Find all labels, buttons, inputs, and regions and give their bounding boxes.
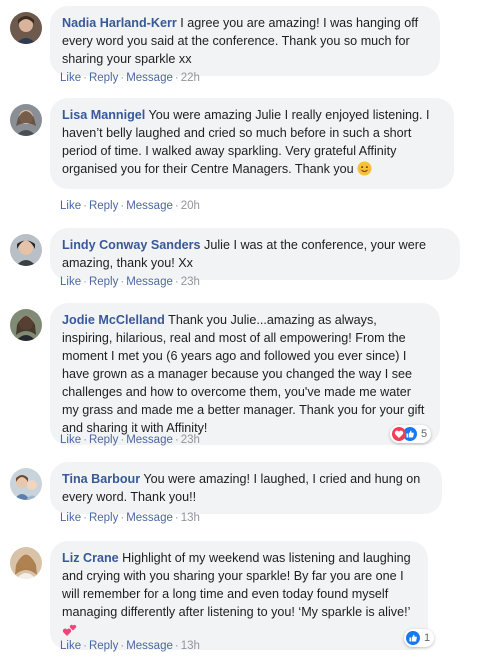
reaction-summary[interactable]: 5 bbox=[390, 425, 432, 443]
like-link[interactable]: Like bbox=[60, 640, 81, 652]
comment-timestamp[interactable]: 23h bbox=[181, 276, 200, 288]
avatar[interactable] bbox=[10, 104, 42, 136]
like-link[interactable]: Like bbox=[60, 276, 81, 288]
comment-timestamp[interactable]: 13h bbox=[181, 512, 200, 524]
comment-bubble: Liz Crane Highlight of my weekend was li… bbox=[50, 541, 428, 650]
comment-author[interactable]: Lisa Mannigel bbox=[62, 108, 145, 122]
comment-author[interactable]: Lindy Conway Sanders bbox=[62, 238, 201, 252]
comment-bubble: Nadia Harland-Kerr I agree you are amazi… bbox=[50, 6, 440, 76]
message-link[interactable]: Message bbox=[126, 512, 173, 524]
comment-timestamp[interactable]: 22h bbox=[181, 72, 200, 84]
comment-actions: Like · Reply · Message · 22h bbox=[60, 72, 200, 84]
reaction-summary[interactable]: 1 bbox=[404, 629, 435, 647]
reply-link[interactable]: Reply bbox=[89, 200, 118, 212]
comment-text: Thank you Julie...amazing as always, ins… bbox=[62, 313, 425, 435]
smiling-face-emoji bbox=[357, 161, 372, 181]
avatar[interactable] bbox=[10, 309, 42, 341]
reaction-count: 5 bbox=[421, 428, 428, 440]
message-link[interactable]: Message bbox=[126, 434, 173, 446]
reaction-count: 1 bbox=[424, 632, 431, 644]
like-reaction-icon bbox=[406, 631, 420, 645]
comment-bubble: Tina Barbour You were amazing! I laughed… bbox=[50, 462, 442, 514]
like-link[interactable]: Like bbox=[60, 512, 81, 524]
comment-author[interactable]: Tina Barbour bbox=[62, 472, 140, 486]
reply-link[interactable]: Reply bbox=[89, 512, 118, 524]
reply-link[interactable]: Reply bbox=[89, 276, 118, 288]
comment-timestamp[interactable]: 20h bbox=[181, 200, 200, 212]
avatar[interactable] bbox=[10, 12, 42, 44]
message-link[interactable]: Message bbox=[126, 276, 173, 288]
comment-actions: Like · Reply · Message · 23h bbox=[60, 434, 200, 446]
comment-actions: Like · Reply · Message · 13h bbox=[60, 512, 200, 524]
two-hearts-emoji bbox=[62, 621, 78, 642]
avatar[interactable] bbox=[10, 468, 42, 500]
avatar[interactable] bbox=[10, 234, 42, 266]
message-link[interactable]: Message bbox=[126, 640, 173, 652]
comment-timestamp[interactable]: 13h bbox=[181, 640, 200, 652]
comment-bubble: Lisa Mannigel You were amazing Julie I r… bbox=[50, 98, 454, 189]
reply-link[interactable]: Reply bbox=[89, 434, 118, 446]
love-reaction-icon bbox=[392, 427, 406, 441]
comment-author[interactable]: Jodie McClelland bbox=[62, 313, 165, 327]
comment-bubble: Jodie McClelland Thank you Julie...amazi… bbox=[50, 303, 440, 445]
like-link[interactable]: Like bbox=[60, 200, 81, 212]
comment-author[interactable]: Nadia Harland-Kerr bbox=[62, 16, 177, 30]
comment-author[interactable]: Liz Crane bbox=[62, 551, 119, 565]
comment-bubble: Lindy Conway Sanders Julie I was at the … bbox=[50, 228, 460, 280]
comment-thread: Nadia Harland-Kerr I agree you are amazi… bbox=[0, 0, 477, 663]
reply-link[interactable]: Reply bbox=[89, 72, 118, 84]
comment-actions: Like · Reply · Message · 23h bbox=[60, 276, 200, 288]
like-link[interactable]: Like bbox=[60, 72, 81, 84]
reply-link[interactable]: Reply bbox=[89, 640, 118, 652]
message-link[interactable]: Message bbox=[126, 200, 173, 212]
message-link[interactable]: Message bbox=[126, 72, 173, 84]
avatar[interactable] bbox=[10, 547, 42, 579]
comment-timestamp[interactable]: 23h bbox=[181, 434, 200, 446]
comment-actions: Like · Reply · Message · 13h bbox=[60, 640, 200, 652]
like-link[interactable]: Like bbox=[60, 434, 81, 446]
comment-actions: Like · Reply · Message · 20h bbox=[60, 200, 200, 212]
